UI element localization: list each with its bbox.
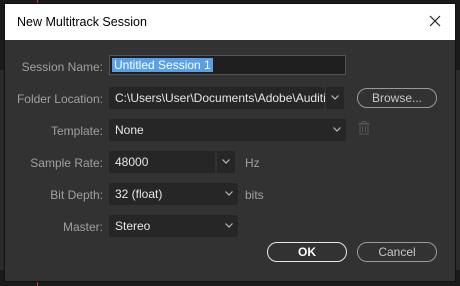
browse-button[interactable]: Browse... xyxy=(357,88,437,108)
ok-button[interactable]: OK xyxy=(267,242,347,262)
new-multitrack-session-dialog: New Multitrack Session Session Name: Unt… xyxy=(4,3,456,282)
master-label: Master: xyxy=(62,220,103,234)
chevron-down-icon xyxy=(225,223,233,228)
session-name-input[interactable]: Untitled Session 1 xyxy=(109,55,346,75)
bit-depth-dropdown[interactable]: 32 (float) xyxy=(109,183,238,205)
template-dropdown[interactable]: None xyxy=(109,119,346,141)
screen: { "dialog": { "title": "New Multitrack S… xyxy=(0,0,460,286)
sample-rate-dropdown-button[interactable] xyxy=(217,151,235,173)
background-playhead-bottom xyxy=(37,282,38,286)
sample-rate-value: 48000 xyxy=(115,155,149,169)
cancel-button[interactable]: Cancel xyxy=(357,242,437,262)
close-icon xyxy=(429,15,441,27)
chevron-down-icon xyxy=(333,127,341,132)
folder-location-dropdown-button[interactable] xyxy=(326,87,344,109)
delete-template-button[interactable] xyxy=(358,121,372,137)
sample-rate-label: Sample Rate: xyxy=(30,156,103,170)
master-dropdown[interactable]: Stereo xyxy=(109,215,238,237)
background-panel-right xyxy=(456,70,460,270)
master-value: Stereo xyxy=(115,219,151,233)
template-value: None xyxy=(115,123,144,137)
bit-depth-unit: bits xyxy=(245,188,264,202)
folder-location-value: C:\Users\User\Documents\Adobe\Auditi... xyxy=(115,91,336,105)
bit-depth-label: Bit Depth: xyxy=(50,188,103,202)
sample-rate-field[interactable]: 48000 xyxy=(109,151,215,173)
chevron-down-icon xyxy=(225,191,233,196)
session-name-value: Untitled Session 1 xyxy=(112,58,213,72)
template-label: Template: xyxy=(50,124,103,138)
folder-location-label: Folder Location: xyxy=(16,92,103,106)
chevron-down-icon xyxy=(222,159,230,164)
dialog-titlebar: New Multitrack Session xyxy=(5,4,455,40)
folder-location-field[interactable]: C:\Users\User\Documents\Adobe\Auditi... xyxy=(109,87,336,109)
session-name-label: Session Name: xyxy=(21,60,103,74)
sample-rate-unit: Hz xyxy=(245,156,260,170)
dialog-title: New Multitrack Session xyxy=(17,15,147,29)
chevron-down-icon xyxy=(331,95,339,100)
trash-icon xyxy=(358,121,370,135)
bit-depth-value: 32 (float) xyxy=(115,187,163,201)
close-button[interactable] xyxy=(425,11,445,31)
